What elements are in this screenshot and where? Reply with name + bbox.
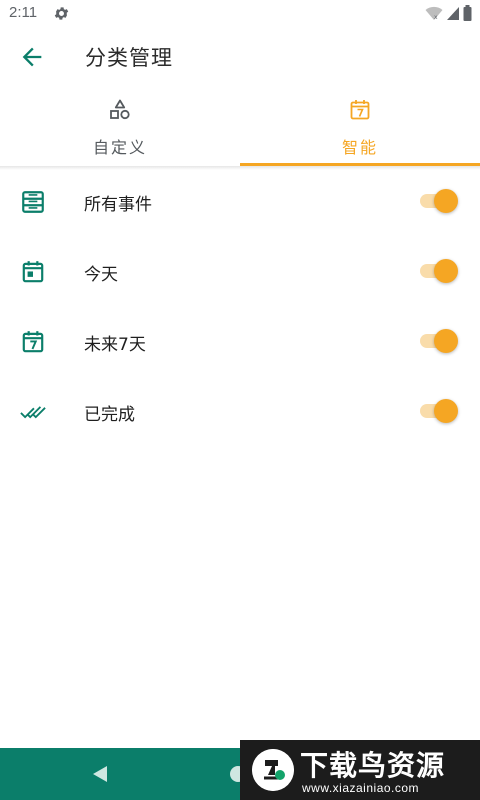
bird-logo-icon [252,749,294,791]
page-title: 分类管理 [85,46,173,70]
tab-smart[interactable]: 智能 [240,88,480,166]
status-bar: 2:11 x [0,0,480,26]
shapes-icon [110,99,130,120]
tab-custom-label: 自定义 [92,138,147,157]
switch-thumb [434,329,458,353]
list-item[interactable]: 未来7天 [0,306,480,376]
inbox-stack-icon [22,191,44,213]
tab-bar: 自定义 智能 [0,88,480,166]
status-time: 2:11 [9,4,38,21]
list-item-label: 今天 [84,265,118,285]
tab-custom[interactable]: 自定义 [0,88,240,166]
system-icons: x [425,5,472,21]
watermark-url: www.xiazainiao.com [302,781,420,795]
svg-text:x: x [434,14,438,21]
arrow-back-icon[interactable] [18,43,46,71]
double-check-icon [20,406,46,419]
wifi-icon: x [425,6,443,21]
category-list: 所有事件 今天 未来7天 已完成 [0,166,480,446]
tab-smart-label: 智能 [341,138,378,157]
list-item[interactable]: 今天 [0,236,480,306]
calendar-seven-icon [350,100,370,120]
switch-thumb [434,189,458,213]
list-item[interactable]: 已完成 [0,376,480,446]
list-item-label: 未来7天 [84,335,146,355]
calendar-today-icon [22,261,44,283]
switch-thumb [434,259,458,283]
list-item[interactable]: 所有事件 [0,166,480,236]
app-bar: 分类管理 [0,26,480,88]
toggle-switch[interactable] [420,399,458,423]
toggle-switch[interactable] [420,329,458,353]
nav-back-icon[interactable] [90,764,110,784]
screen: 2:11 x 分类管理 自定义 智能 所有事件 今天 未来7天 已完成 下载鸟资… [0,0,480,800]
settings-icon [54,7,69,20]
switch-thumb [434,399,458,423]
watermark: 下载鸟资源 www.xiazainiao.com [240,740,480,800]
watermark-title: 下载鸟资源 [300,749,446,782]
list-item-label: 已完成 [84,405,135,425]
list-item-label: 所有事件 [84,195,152,215]
calendar-seven-icon [22,331,44,353]
toggle-switch[interactable] [420,189,458,213]
battery-icon [463,5,472,21]
signal-icon [447,7,459,20]
toggle-switch[interactable] [420,259,458,283]
